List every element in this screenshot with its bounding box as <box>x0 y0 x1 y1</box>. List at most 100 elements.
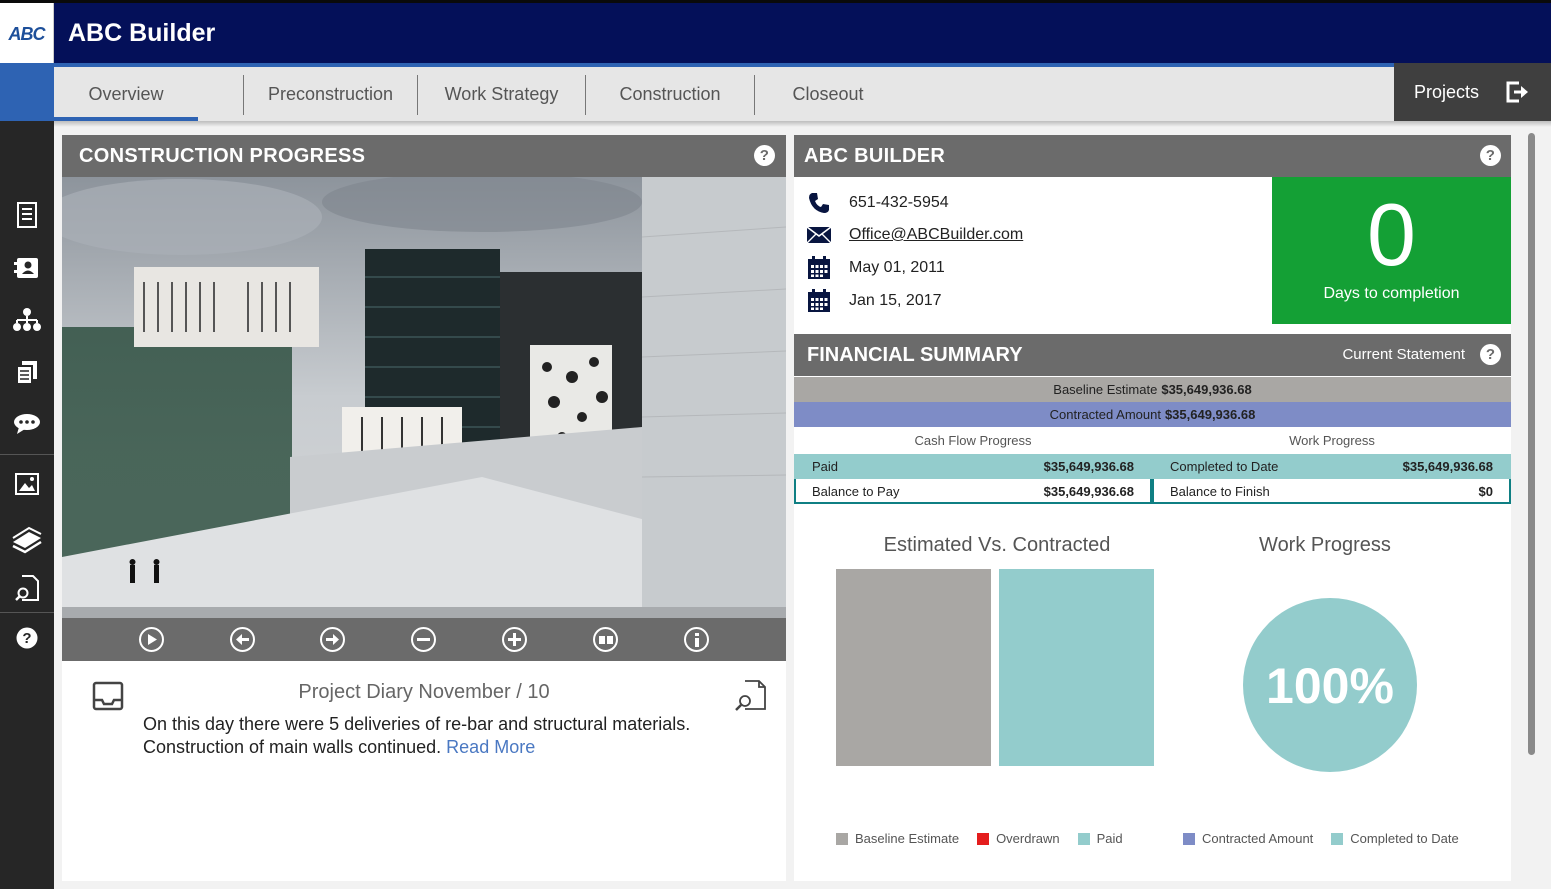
contact-card-icon[interactable] <box>11 252 43 284</box>
contracted-label: Contracted Amount <box>1049 407 1161 422</box>
balance-finish-value: $0 <box>1478 484 1493 499</box>
work-progress-title: Work Progress <box>1289 433 1375 448</box>
contracted-amount-band: Contracted Amount $35,649,936.68 <box>794 402 1511 427</box>
work-progress-chart-title: Work Progress <box>1259 534 1391 556</box>
phone-icon <box>806 190 832 216</box>
diary-text: On this day there were 5 deliveries of r… <box>143 713 743 759</box>
legend-swatch <box>1077 832 1090 845</box>
financial-summary-header: FINANCIAL SUMMARY Current Statement ? <box>794 334 1511 376</box>
construction-photo <box>62 177 786 618</box>
legend-swatch <box>1183 832 1195 845</box>
contracted-value: $35,649,936.68 <box>1164 407 1256 422</box>
legend-swatch <box>977 832 990 845</box>
layers-icon[interactable] <box>11 524 43 556</box>
pie-chart-legend: Contracted Amount Completed to Date <box>1183 831 1459 846</box>
balance-to-finish-row: Balance to Finish $0 <box>1152 479 1511 504</box>
phone-number: 651-432-5954 <box>849 194 949 211</box>
legend-label: Overdrawn <box>996 831 1060 846</box>
info-icon[interactable] <box>684 627 709 652</box>
completed-label: Completed to Date <box>1170 459 1279 474</box>
next-icon[interactable] <box>320 627 345 652</box>
start-date-row: May 01, 2011 <box>806 255 945 281</box>
app-header: ABC ABC Builder <box>0 0 1551 66</box>
tab-preconstruction[interactable]: Preconstruction <box>244 67 417 121</box>
panel-header: CONSTRUCTION PROGRESS ? <box>62 135 786 177</box>
legend-label: Completed to Date <box>1350 831 1459 846</box>
current-statement-label[interactable]: Current Statement <box>1342 346 1465 363</box>
tab-overview[interactable]: Overview <box>54 67 198 121</box>
completed-value: $35,649,936.68 <box>1402 459 1493 474</box>
panel-header: ABC BUILDER ? <box>794 135 1511 177</box>
legend-label: Baseline Estimate <box>855 831 960 846</box>
baseline-value: $35,649,936.68 <box>1161 382 1252 397</box>
legend-item: Completed to Date <box>1331 831 1459 846</box>
tab-closeout[interactable]: Closeout <box>755 67 901 121</box>
logout-icon[interactable] <box>1505 80 1531 104</box>
sidebar-top-block <box>0 63 54 121</box>
balance-to-pay-row: Balance to Pay $35,649,936.68 <box>794 479 1152 504</box>
days-to-completion-tile: 0 Days to completion <box>1272 177 1511 324</box>
file-search-icon[interactable] <box>734 678 768 712</box>
days-count: 0 <box>1367 185 1416 284</box>
projects-button[interactable]: Projects <box>1394 63 1551 121</box>
legend-item: Overdrawn <box>977 831 1060 846</box>
tab-work-strategy[interactable]: Work Strategy <box>418 67 585 121</box>
legend-label: Paid <box>1096 831 1123 846</box>
sidebar-divider <box>0 612 54 613</box>
chat-icon[interactable] <box>11 408 43 440</box>
estimated-vs-contracted-chart <box>836 569 1154 766</box>
zoom-out-icon[interactable] <box>411 627 436 652</box>
help-icon[interactable]: ? <box>754 145 775 166</box>
calendar-icon <box>806 288 832 314</box>
bar-paid <box>999 569 1154 766</box>
end-date: Jan 15, 2017 <box>849 292 942 309</box>
panel-title: CONSTRUCTION PROGRESS <box>79 144 366 167</box>
baseline-estimate-band: Baseline Estimate $35,649,936.68 <box>794 377 1511 402</box>
help-icon[interactable]: ? <box>1480 344 1501 365</box>
document-icon[interactable] <box>11 199 43 231</box>
scrollbar-thumb[interactable] <box>1528 133 1535 755</box>
legend-item: Baseline Estimate <box>836 831 959 846</box>
balance-pay-value: $35,649,936.68 <box>1043 484 1134 499</box>
main-tab-bar: Overview Preconstruction Work Strategy C… <box>54 63 1394 121</box>
pie-center-label: 100% <box>1266 658 1394 714</box>
bar-baseline-estimate <box>836 569 991 766</box>
zoom-in-icon[interactable] <box>502 627 527 652</box>
files-icon[interactable] <box>11 356 43 388</box>
help-icon[interactable]: ? <box>1480 145 1501 166</box>
legend-item: Contracted Amount <box>1183 831 1313 846</box>
help-icon[interactable]: ? <box>11 622 43 654</box>
balance-finish-label: Balance to Finish <box>1170 484 1270 499</box>
file-search-icon[interactable] <box>11 572 43 604</box>
paid-row: Paid $35,649,936.68 <box>794 454 1152 479</box>
legend-label: Contracted Amount <box>1202 831 1314 846</box>
panel-title: ABC BUILDER <box>804 144 946 167</box>
legend-item: Paid <box>1077 831 1123 846</box>
fullscreen-icon[interactable] <box>593 627 618 652</box>
projects-label: Projects <box>1414 81 1480 102</box>
end-date-row: Jan 15, 2017 <box>806 288 942 314</box>
header-shadow <box>54 121 1551 127</box>
balance-pay-label: Balance to Pay <box>812 484 900 499</box>
envelope-icon <box>806 222 832 248</box>
work-progress-chart: 100% <box>1243 598 1417 772</box>
previous-icon[interactable] <box>230 627 255 652</box>
legend-swatch <box>836 832 848 845</box>
org-chart-icon[interactable] <box>11 304 43 336</box>
completed-row: Completed to Date $35,649,936.68 <box>1152 454 1511 479</box>
paid-value: $35,649,936.68 <box>1043 459 1134 474</box>
financial-title: FINANCIAL SUMMARY <box>807 343 1023 366</box>
play-icon[interactable] <box>139 627 164 652</box>
cash-flow-table: Paid $35,649,936.68 Balance to Pay $35,6… <box>794 454 1152 504</box>
tab-construction[interactable]: Construction <box>586 67 754 121</box>
email-row: Office@ABCBuilder.com <box>806 222 1023 248</box>
estimated-vs-contracted-title: Estimated Vs. Contracted <box>883 534 1111 556</box>
abc-logo[interactable]: ABC <box>0 3 54 66</box>
image-icon[interactable] <box>11 468 43 500</box>
construction-progress-panel: CONSTRUCTION PROGRESS ? Project Diary No… <box>62 135 786 881</box>
start-date: May 01, 2011 <box>849 259 945 276</box>
email-link[interactable]: Office@ABCBuilder.com <box>849 226 1023 244</box>
cash-flow-title: Cash Flow Progress <box>914 433 1032 448</box>
baseline-label: Baseline Estimate <box>1053 382 1158 397</box>
read-more-link[interactable]: Read More <box>446 737 535 757</box>
